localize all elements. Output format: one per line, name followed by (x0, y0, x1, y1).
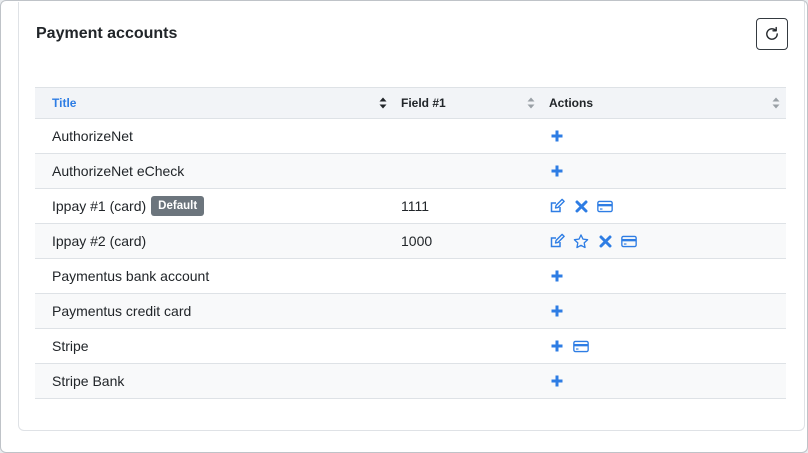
edit-icon[interactable] (549, 198, 565, 214)
cell-field1: 1111 (401, 198, 549, 214)
plus-icon[interactable] (549, 163, 565, 179)
cell-title: AuthorizeNet eCheck (35, 163, 401, 179)
close-icon[interactable] (573, 198, 589, 214)
account-title: AuthorizeNet eCheck (52, 163, 185, 179)
column-header-field1-label: Field #1 (401, 96, 446, 110)
table-row: Paymentus credit card (35, 294, 786, 329)
edit-icon[interactable] (549, 233, 565, 249)
plus-icon[interactable] (549, 128, 565, 144)
account-title: AuthorizeNet (52, 128, 133, 144)
credit-card-icon[interactable] (621, 233, 637, 249)
sort-icon[interactable] (527, 97, 535, 109)
table-row: Stripe (35, 329, 786, 364)
cell-actions (549, 268, 786, 284)
account-title: Ippay #2 (card) (52, 233, 147, 249)
cell-actions (549, 198, 786, 214)
table-row: Ippay #1 (card) Default 1111 (35, 189, 786, 224)
cell-title: Ippay #1 (card) Default (35, 196, 401, 216)
table-header: Title Field #1 Actions (35, 87, 786, 119)
cell-actions (549, 373, 786, 389)
cell-title: Ippay #2 (card) (35, 233, 401, 249)
cell-title: Stripe (35, 338, 401, 354)
column-header-title-label: Title (52, 96, 77, 110)
cell-title: AuthorizeNet (35, 128, 401, 144)
field1-value: 1111 (401, 198, 430, 214)
account-title: Stripe (52, 338, 89, 354)
refresh-icon (766, 26, 778, 40)
refresh-button[interactable] (756, 18, 788, 50)
column-header-actions-label: Actions (549, 96, 594, 110)
payment-accounts-table: Title Field #1 Actions AuthorizeNet Auth… (35, 87, 786, 399)
star-icon[interactable] (573, 233, 589, 249)
column-header-actions[interactable]: Actions (549, 96, 786, 110)
window-frame: Payment accounts Title Field #1 Actions … (0, 0, 808, 453)
account-title: Stripe Bank (52, 373, 125, 389)
card-title: Payment accounts (36, 25, 178, 42)
cell-actions (549, 163, 786, 179)
table-row: Stripe Bank (35, 364, 786, 399)
account-title: Paymentus bank account (52, 268, 210, 284)
plus-icon[interactable] (549, 373, 565, 389)
plus-icon[interactable] (549, 303, 565, 319)
sort-desc-icon[interactable] (379, 97, 387, 109)
default-badge: Default (151, 196, 205, 216)
column-header-field1[interactable]: Field #1 (401, 96, 549, 110)
column-header-title[interactable]: Title (35, 96, 401, 110)
table-row: Paymentus bank account (35, 259, 786, 294)
cell-field1: 1000 (401, 233, 549, 249)
plus-icon[interactable] (549, 268, 565, 284)
payment-accounts-card: Payment accounts Title Field #1 Actions … (18, 2, 805, 431)
account-title: Paymentus credit card (52, 303, 192, 319)
field1-value: 1000 (401, 233, 433, 249)
table-row: Ippay #2 (card) 1000 (35, 224, 786, 259)
cell-title: Paymentus bank account (35, 268, 401, 284)
cell-actions (549, 128, 786, 144)
table-row: AuthorizeNet (35, 119, 786, 154)
table-row: AuthorizeNet eCheck (35, 154, 786, 189)
cell-actions (549, 303, 786, 319)
sort-icon[interactable] (772, 97, 780, 109)
close-icon[interactable] (597, 233, 613, 249)
account-title: Ippay #1 (card) (52, 198, 147, 214)
credit-card-icon[interactable] (573, 338, 589, 354)
cell-title: Stripe Bank (35, 373, 401, 389)
plus-icon[interactable] (549, 338, 565, 354)
cell-title: Paymentus credit card (35, 303, 401, 319)
table-body: AuthorizeNet AuthorizeNet eCheck Ippay #1 … (35, 119, 786, 399)
cell-actions (549, 233, 786, 249)
cell-actions (549, 338, 786, 354)
credit-card-icon[interactable] (597, 198, 613, 214)
